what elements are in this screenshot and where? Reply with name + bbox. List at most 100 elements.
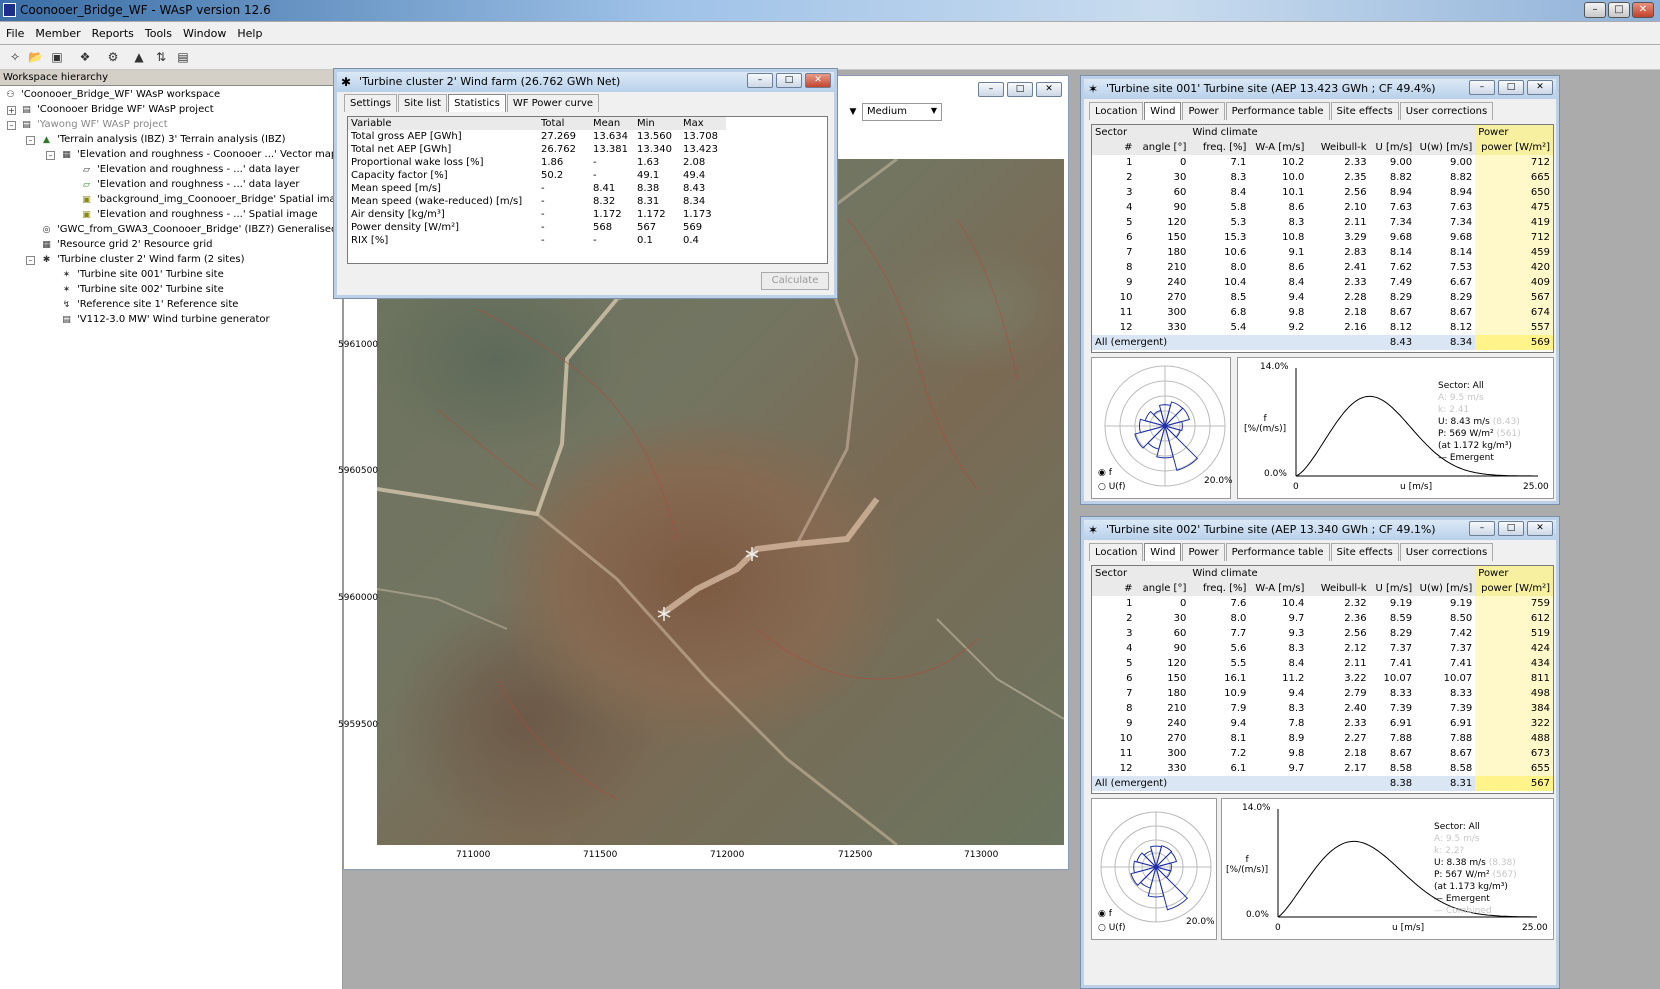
menu-help[interactable]: Help [237,27,262,40]
menu-window[interactable]: Window [183,27,226,40]
site1-maximize-button[interactable]: □ [1498,80,1524,95]
menu-file[interactable]: File [6,27,24,40]
site2-maximize-button[interactable]: □ [1498,521,1524,536]
collapse-toggle[interactable]: – [26,256,35,265]
x-min-label: 0 [1275,923,1281,933]
tree-project-yawong[interactable]: ▤ 'Yawong WF' WAsP project [20,117,167,132]
map-resolution-select[interactable]: Medium ▼ [862,103,942,121]
tree-turbine-site-001[interactable]: ✶ 'Turbine site 001' Turbine site [60,267,224,282]
map-y-tick: 5959500 [338,720,379,730]
menu-tools[interactable]: Tools [145,27,172,40]
tab-site-effects[interactable]: Site effects [1330,102,1399,120]
tab-wind[interactable]: Wind [1144,543,1182,561]
group-power: Power [1475,566,1553,581]
tab-power[interactable]: Power [1182,543,1225,561]
map-resolution-value: Medium [867,106,907,117]
tab-user-corrections[interactable]: User corrections [1399,102,1494,120]
tab-wf-power-curve[interactable]: WF Power curve [506,94,600,112]
table-row: 11 300 6.8 9.8 2.18 8.67 8.67 674 [1092,305,1553,320]
new-workspace-icon[interactable]: ✧ [8,50,22,64]
tree-spatial-image-1[interactable]: ▣ 'background_img_Coonooer_Bridge' Spati… [80,192,348,207]
map-minimize-button[interactable]: – [978,82,1004,97]
tab-power[interactable]: Power [1182,102,1225,120]
tree-vector-map[interactable]: ▦ 'Elevation and roughness - Coonooer ..… [60,147,337,162]
tree-turbine-site-002[interactable]: ✶ 'Turbine site 002' Turbine site [60,282,224,297]
tab-user-corrections[interactable]: User corrections [1399,543,1494,561]
tab-location[interactable]: Location [1089,543,1144,561]
tree-data-layer-1[interactable]: ▱ 'Elevation and roughness - ...' data l… [80,162,300,177]
radio-uf[interactable]: ○ U(f) [1098,923,1126,933]
map-x-tick: 712000 [710,850,745,860]
app-title-bar[interactable]: Coonooer_Bridge_WF - WAsP version 12.6 –… [0,0,1660,21]
tab-settings[interactable]: Settings [344,94,398,112]
table-row: 5 120 5.3 8.3 2.11 7.34 7.34 419 [1092,215,1553,230]
radio-f[interactable]: ◉ f [1098,468,1112,478]
tree-resource-grid[interactable]: ▦ 'Resource grid 2' Resource grid [40,237,212,252]
site1-close-button[interactable]: ✕ [1527,80,1553,95]
tab-performance-table[interactable]: Performance table [1225,543,1330,561]
wf-maximize-button[interactable]: □ [776,73,802,88]
tree-data-layer-2[interactable]: ▱ 'Elevation and roughness - ...' data l… [80,177,300,192]
tree-wind-turbine-generator[interactable]: ▤ 'V112-3.0 MW' Wind turbine generator [60,312,269,327]
export-icon[interactable]: ▤ [176,50,190,64]
tree-project-coonooer[interactable]: ▤ 'Coonooer Bridge WF' WAsP project [20,102,213,117]
tree-spatial-image-2[interactable]: ▣ 'Elevation and roughness - ...' Spatia… [80,207,317,222]
minimize-button[interactable]: – [1584,2,1606,18]
close-button[interactable]: ✕ [1632,2,1654,18]
y-axis-label: f [%/(m/s)] [1244,414,1287,434]
table-row: 7 180 10.6 9.1 2.83 8.14 8.14 459 [1092,245,1553,260]
save-icon[interactable]: ▣ [50,50,64,64]
move-member-icon[interactable]: ⇅ [154,50,168,64]
map-close-button[interactable]: ✕ [1036,82,1062,97]
collapse-toggle[interactable]: – [46,151,55,160]
radio-f[interactable]: ◉ f [1098,909,1112,919]
hierarchy-icon[interactable]: ⚙ [106,50,120,64]
wf-close-button[interactable]: ✕ [805,73,831,88]
collapse-toggle[interactable]: – [7,121,16,130]
site2-minimize-button[interactable]: – [1469,521,1495,536]
collapse-toggle[interactable]: – [26,136,35,145]
wf-minimize-button[interactable]: – [747,73,773,88]
table-row: 3 60 8.4 10.1 2.56 8.94 8.94 650 [1092,185,1553,200]
turbine-site-001-window[interactable]: ✶ 'Turbine site 001' Turbine site (AEP 1… [1080,75,1560,505]
open-icon[interactable]: 📂 [28,50,43,64]
radio-uf[interactable]: ○ U(f) [1098,482,1126,492]
tab-wind[interactable]: Wind [1144,102,1182,120]
calculate-icon[interactable]: ▲ [132,50,146,64]
tree-generalised-wind-climate[interactable]: ◎ 'GWC_from_GWA3_Coonooer_Bridge' (IBZ?)… [40,222,349,237]
table-row: 4 90 5.6 8.3 2.12 7.37 7.37 424 [1092,641,1553,656]
insert-member-icon[interactable]: ❖ [78,50,92,64]
site2-close-button[interactable]: ✕ [1527,521,1553,536]
map-x-tick: 711500 [583,850,618,860]
x-axis-label: u [m/s] [1392,923,1425,933]
turbine-site-002-window[interactable]: ✶ 'Turbine site 002' Turbine site (AEP 1… [1080,516,1560,989]
tab-statistics[interactable]: Statistics [448,94,506,112]
table-row: 3 60 7.7 9.3 2.56 8.29 7.42 519 [1092,626,1553,641]
map-tool-dropdown-arrow[interactable]: ▼ [843,103,863,121]
table-row: 9 240 9.4 7.8 2.33 6.91 6.91 322 [1092,716,1553,731]
menu-member[interactable]: Member [35,27,80,40]
tree-reference-site[interactable]: ↯ 'Reference site 1' Reference site [60,297,239,312]
col-min: Min [637,118,655,129]
table-row: Mean speed [m/s] -8.41 8.38 8.43 [351,183,706,194]
table-row: 6 150 16.1 11.2 3.22 10.07 10.07 811 [1092,671,1553,686]
tree-wind-farm[interactable]: ✱ 'Turbine cluster 2' Wind farm (2 sites… [40,252,245,267]
tree-terrain-analysis[interactable]: ▲ 'Terrain analysis (IBZ) 3' Terrain ana… [40,132,286,147]
tab-site-list[interactable]: Site list [398,94,448,112]
menu-reports[interactable]: Reports [92,27,134,40]
turbine-icon: ✶ [62,269,71,280]
wind-farm-window[interactable]: ✱ 'Turbine cluster 2' Wind farm (26.762 … [333,68,838,299]
site1-minimize-button[interactable]: – [1469,80,1495,95]
maximize-button[interactable]: □ [1608,2,1630,18]
map-maximize-button[interactable]: □ [1007,82,1033,97]
tab-performance-table[interactable]: Performance table [1225,102,1330,120]
tree-workspace[interactable]: ⚇ 'Coonooer_Bridge_WF' WAsP workspace [4,87,220,102]
expand-toggle[interactable]: + [7,106,16,115]
tab-location[interactable]: Location [1089,102,1144,120]
calculate-button[interactable]: Calculate [761,272,829,290]
x-max-label: 25.00 [1523,482,1549,492]
table-row: 2 30 8.3 10.0 2.35 8.82 8.82 665 [1092,170,1553,185]
table-row: Power density [W/m²] -568 567 569 [351,222,703,233]
tab-site-effects[interactable]: Site effects [1330,543,1399,561]
table-row: Total gross AEP [GWh] 27.269 13.634 13.560 1… [351,131,718,142]
